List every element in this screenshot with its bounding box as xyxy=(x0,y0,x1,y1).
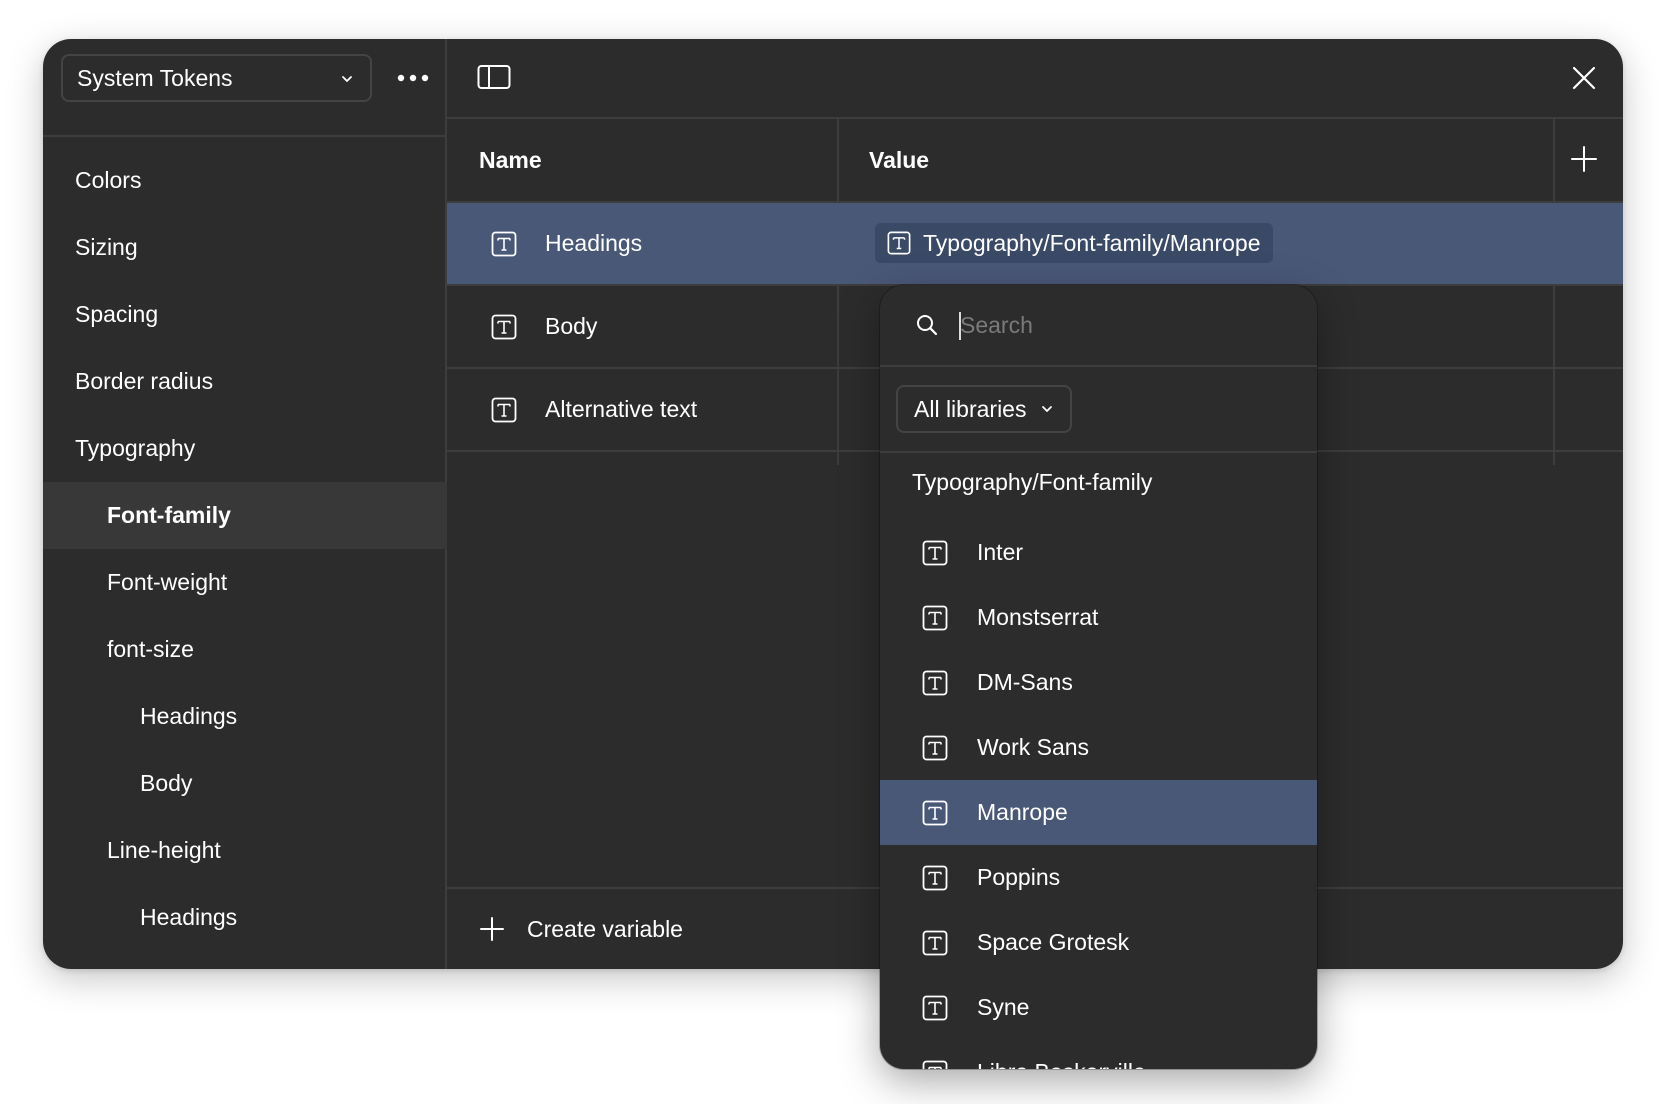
library-filter-select[interactable]: All libraries xyxy=(896,385,1073,433)
text-variable-icon xyxy=(922,670,948,696)
text-variable-icon xyxy=(887,231,911,255)
option-item[interactable]: Syne xyxy=(880,975,1317,1040)
option-item[interactable]: Space Grotesk xyxy=(880,910,1317,975)
variable-picker-dropdown: All libraries Typography/Font-family Int… xyxy=(880,285,1317,1069)
table-header: Name Value xyxy=(447,119,1623,203)
toggle-sidebar-button[interactable] xyxy=(477,63,511,91)
option-label: Space Grotesk xyxy=(977,929,1130,955)
group-list: Colors Sizing Spacing Border radius Typo… xyxy=(43,147,447,951)
table-row[interactable]: Headings Typography/Font-family/Manrope xyxy=(447,203,1623,286)
ellipsis-icon xyxy=(393,63,433,93)
sidebar-item-sizing[interactable]: Sizing xyxy=(43,214,447,281)
variable-name[interactable]: Body xyxy=(545,286,597,367)
option-group-heading: Typography/Font-family xyxy=(912,469,1153,495)
sidebar-item-line-height[interactable]: Line-height xyxy=(43,817,447,884)
add-mode-button[interactable] xyxy=(1569,144,1599,174)
option-label: Work Sans xyxy=(977,734,1090,760)
sidebar-item-colors[interactable]: Colors xyxy=(43,147,447,214)
text-variable-icon xyxy=(491,231,517,257)
option-list: Inter Monstserrat DM-Sans Work Sans Manr… xyxy=(880,520,1317,1069)
create-variable-label: Create variable xyxy=(527,915,683,942)
search-icon xyxy=(915,313,939,337)
option-label: DM-Sans xyxy=(977,669,1073,695)
collection-name: System Tokens xyxy=(77,64,233,91)
chevron-down-icon xyxy=(340,72,354,86)
sidebar-item-line-height-headings[interactable]: Headings xyxy=(43,884,447,951)
text-variable-icon xyxy=(922,540,948,566)
collections-sidebar: System Tokens Colors Sizing Spacing Bord… xyxy=(43,39,447,969)
column-header-name[interactable]: Name xyxy=(479,119,542,201)
sidebar-panel-icon xyxy=(477,63,511,91)
plus-icon xyxy=(479,916,505,942)
create-variable-button[interactable]: Create variable xyxy=(479,889,683,969)
column-header-value[interactable]: Value xyxy=(869,119,929,201)
sidebar-item-font-size[interactable]: font-size xyxy=(43,616,447,683)
sidebar-item-border-radius[interactable]: Border radius xyxy=(43,348,447,415)
search-row xyxy=(880,285,1317,367)
more-options-button[interactable] xyxy=(393,63,433,93)
chevron-down-icon xyxy=(1040,402,1054,416)
variable-value-alias[interactable]: Typography/Font-family/Manrope xyxy=(875,223,1273,263)
text-variable-icon xyxy=(922,995,948,1021)
close-button[interactable] xyxy=(1569,63,1599,93)
variables-window: System Tokens Colors Sizing Spacing Bord… xyxy=(43,39,1623,969)
sidebar-item-font-weight[interactable]: Font-weight xyxy=(43,549,447,616)
sidebar-item-font-size-body[interactable]: Body xyxy=(43,750,447,817)
text-variable-icon xyxy=(922,865,948,891)
text-variable-icon xyxy=(922,605,948,631)
collection-select[interactable]: System Tokens xyxy=(61,54,372,102)
sidebar-item-typography[interactable]: Typography xyxy=(43,415,447,482)
text-variable-icon xyxy=(491,314,517,340)
dropdown-divider xyxy=(880,451,1317,453)
text-variable-icon xyxy=(491,397,517,423)
option-label: Inter xyxy=(977,539,1024,565)
variable-name[interactable]: Alternative text xyxy=(545,369,697,450)
option-label: Libre Baskerville xyxy=(977,1040,1146,1069)
option-item[interactable]: DM-Sans xyxy=(880,650,1317,715)
plus-icon xyxy=(1569,144,1599,174)
option-label: Syne xyxy=(977,994,1030,1020)
variable-name[interactable]: Headings xyxy=(545,203,642,284)
search-input[interactable] xyxy=(958,303,1288,347)
sidebar-item-spacing[interactable]: Spacing xyxy=(43,281,447,348)
text-variable-icon xyxy=(922,1060,948,1069)
option-label: Manrope xyxy=(977,799,1068,825)
sidebar-item-font-size-headings[interactable]: Headings xyxy=(43,683,447,750)
text-variable-icon xyxy=(922,800,948,826)
option-label: Monstserrat xyxy=(977,604,1099,630)
sidebar-divider xyxy=(43,135,447,137)
option-item[interactable]: Libre Baskerville xyxy=(880,1040,1317,1069)
topbar xyxy=(447,39,1623,119)
option-item[interactable]: Manrope xyxy=(880,780,1317,845)
library-filter-label: All libraries xyxy=(914,395,1027,422)
option-label: Poppins xyxy=(977,864,1061,890)
option-item[interactable]: Work Sans xyxy=(880,715,1317,780)
variable-value-text: Typography/Font-family/Manrope xyxy=(923,229,1261,256)
option-item[interactable]: Poppins xyxy=(880,845,1317,910)
option-item[interactable]: Inter xyxy=(880,520,1317,585)
sidebar-item-font-family[interactable]: Font-family xyxy=(43,482,447,549)
text-variable-icon xyxy=(922,930,948,956)
close-icon xyxy=(1569,63,1599,93)
text-caret xyxy=(959,312,961,340)
text-variable-icon xyxy=(922,735,948,761)
option-item[interactable]: Monstserrat xyxy=(880,585,1317,650)
